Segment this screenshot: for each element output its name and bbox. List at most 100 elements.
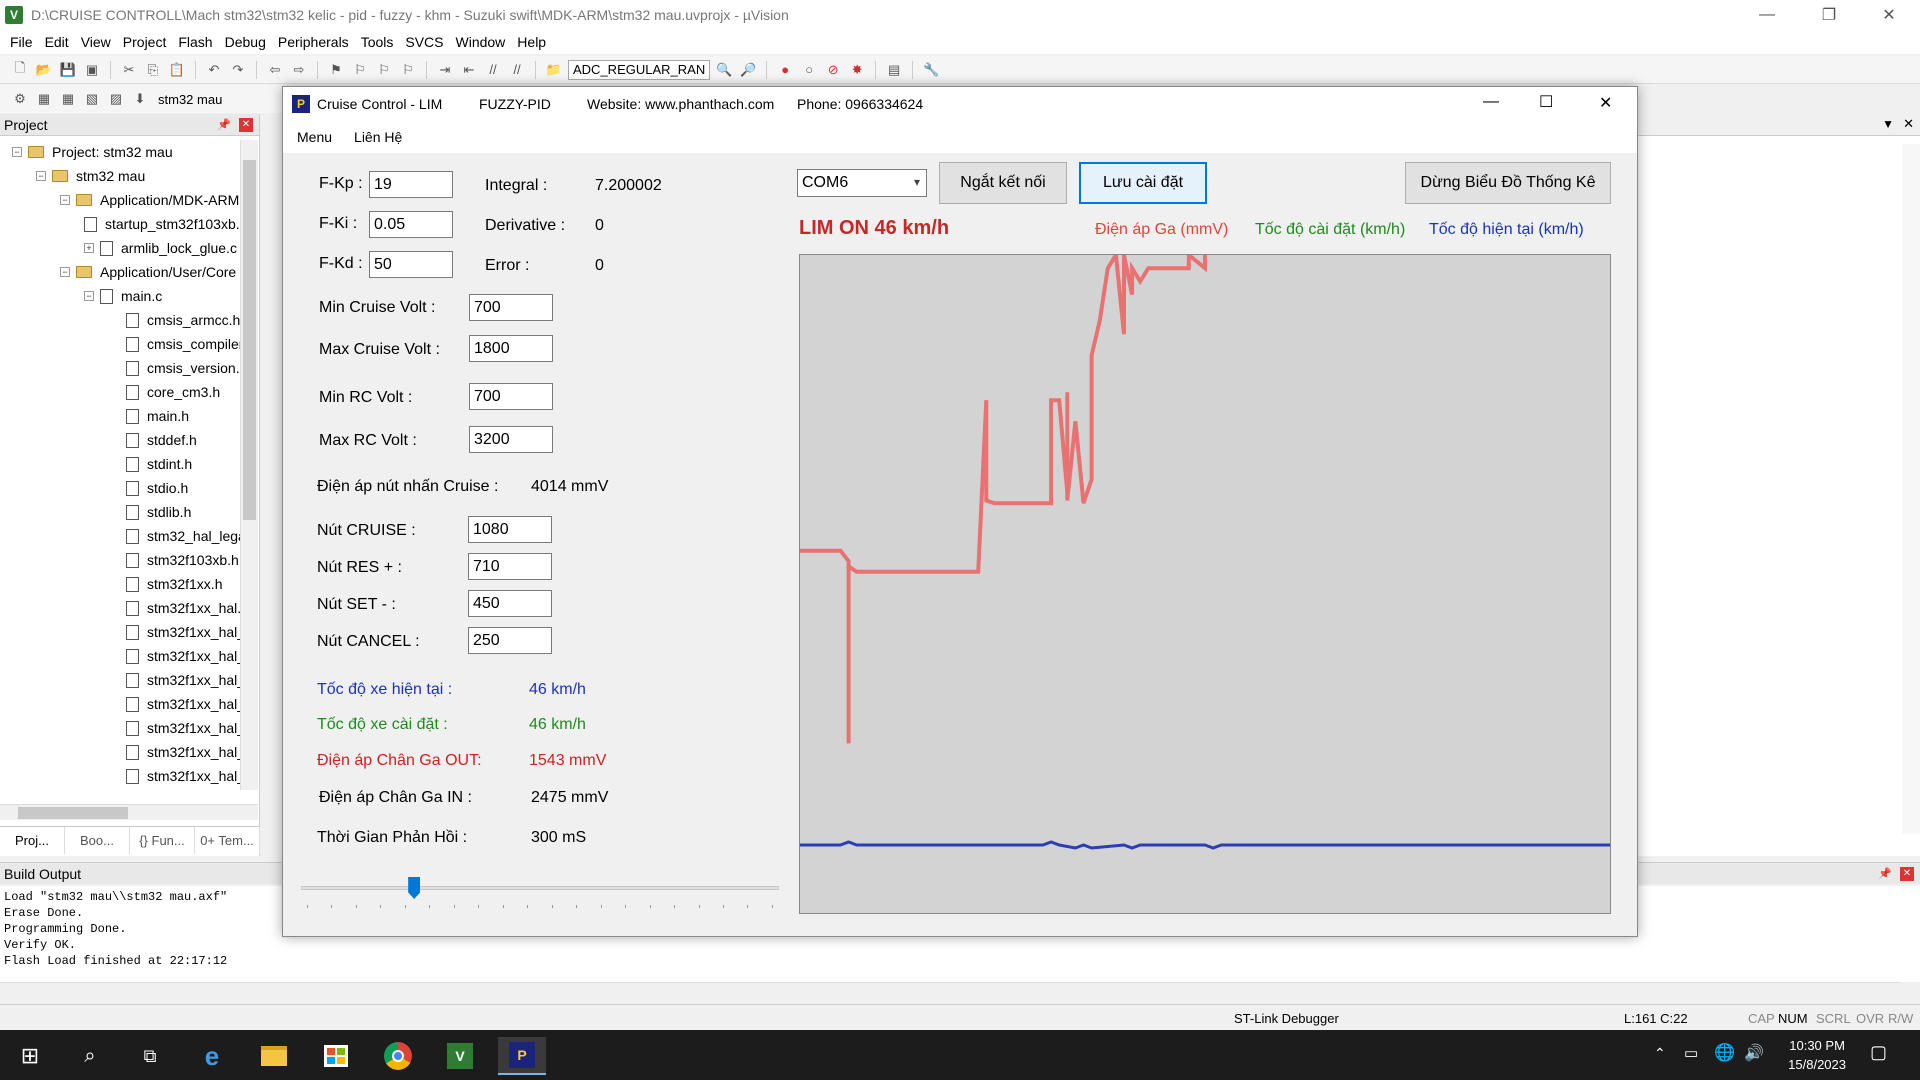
tree-item[interactable]: − Project: stm32 mau: [12, 140, 173, 164]
bookmark-prev-icon[interactable]: ⚐: [350, 60, 370, 80]
save-all-icon[interactable]: ▣: [82, 60, 102, 80]
incremental-find-icon[interactable]: 🔍: [714, 60, 734, 80]
editor-vertical-scrollbar[interactable]: [1902, 144, 1920, 834]
bookmark-next-icon[interactable]: ⚐: [374, 60, 394, 80]
uvision-taskbar-icon[interactable]: V: [436, 1037, 484, 1075]
nav-back-icon[interactable]: ⇦: [265, 60, 285, 80]
tree-item[interactable]: stm32f1xx_hal_exti.h: [126, 740, 240, 764]
menu-menu[interactable]: Menu: [297, 129, 332, 145]
tree-item[interactable]: − stm32 mau: [36, 164, 145, 188]
minimize-icon[interactable]: —: [1483, 93, 1499, 111]
tree-item[interactable]: stm32f1xx.h: [126, 572, 222, 596]
fki-input[interactable]: [369, 211, 453, 238]
breakpoints-kill-icon[interactable]: ✸: [847, 60, 867, 80]
tree-item[interactable]: stm32f1xx_hal_flash.h: [126, 764, 240, 788]
cruise-control-taskbar-icon[interactable]: P: [498, 1037, 546, 1075]
menu-file[interactable]: File: [4, 34, 39, 50]
nav-forward-icon[interactable]: ⇨: [289, 60, 309, 80]
batch-build-icon[interactable]: ▧: [82, 89, 102, 109]
tree-item[interactable]: stdlib.h: [126, 500, 191, 524]
maximize-icon[interactable]: ☐: [1539, 92, 1553, 112]
breakpoints-disable-icon[interactable]: ⊘: [823, 60, 843, 80]
cut-icon[interactable]: ✂: [119, 60, 139, 80]
edge-browser-icon[interactable]: e: [188, 1037, 236, 1075]
save-icon[interactable]: 💾: [58, 60, 78, 80]
find-in-files-icon[interactable]: 📁: [544, 60, 564, 80]
close-icon[interactable]: ✕: [1900, 866, 1914, 881]
pin-icon[interactable]: 📌: [1878, 867, 1892, 880]
battery-icon[interactable]: ▭: [1684, 1044, 1698, 1062]
disconnect-button[interactable]: Ngắt kết nối: [939, 162, 1067, 204]
volume-icon[interactable]: 🔊: [1744, 1043, 1764, 1063]
search-icon[interactable]: ⌕: [66, 1037, 114, 1075]
nut-cancel-input[interactable]: [468, 627, 552, 654]
tree-item[interactable]: − main.c: [84, 284, 162, 308]
tree-item[interactable]: stm32f1xx_hal_cortex.h: [126, 668, 240, 692]
stop-chart-button[interactable]: Dừng Biểu Đồ Thống Kê: [1405, 162, 1611, 204]
menu-flash[interactable]: Flash: [172, 34, 218, 50]
tree-item[interactable]: stm32f1xx_hal_def.h: [126, 692, 240, 716]
find-icon[interactable]: 🔎: [738, 60, 758, 80]
response-time-slider[interactable]: [301, 877, 779, 908]
restore-icon[interactable]: ❐: [1806, 0, 1852, 30]
find-combo[interactable]: ADC_REGULAR_RAN: [568, 59, 711, 80]
collapse-icon[interactable]: −: [12, 147, 22, 157]
tree-horizontal-scrollbar[interactable]: [0, 804, 258, 820]
build-icon[interactable]: ▦: [34, 89, 54, 109]
notification-icon[interactable]: ▢: [1870, 1042, 1887, 1063]
tab-templates[interactable]: 0+ Tem...: [195, 827, 260, 854]
scrollbar-thumb[interactable]: [243, 160, 256, 520]
redo-icon[interactable]: ↷: [228, 60, 248, 80]
rebuild-icon[interactable]: ▦: [58, 89, 78, 109]
tree-item[interactable]: + armlib_lock_glue.c: [84, 236, 237, 260]
chevron-up-icon[interactable]: ⌃: [1654, 1045, 1666, 1062]
tree-item[interactable]: − Application/User/Core: [60, 260, 236, 284]
fkp-input[interactable]: [369, 171, 453, 198]
close-icon[interactable]: ✕: [1903, 116, 1914, 132]
undo-icon[interactable]: ↶: [204, 60, 224, 80]
uncomment-icon[interactable]: //: [507, 60, 527, 80]
bookmark-clear-icon[interactable]: ⚐: [398, 60, 418, 80]
tree-item[interactable]: stm32f1xx_hal_dma.h: [126, 716, 240, 740]
tree-item[interactable]: stm32f1xx_hal.h: [126, 596, 240, 620]
menu-svcs[interactable]: SVCS: [399, 34, 449, 50]
collapse-icon[interactable]: −: [60, 195, 70, 205]
tree-item[interactable]: main.h: [126, 404, 189, 428]
tree-item[interactable]: cmsis_armcc.h: [126, 308, 240, 332]
tree-item[interactable]: stdint.h: [126, 452, 192, 476]
minimize-icon[interactable]: —: [1744, 0, 1790, 30]
collapse-icon[interactable]: −: [84, 291, 94, 301]
menu-window[interactable]: Window: [450, 34, 512, 50]
indent-icon[interactable]: ⇥: [435, 60, 455, 80]
menu-debug[interactable]: Debug: [219, 34, 272, 50]
max-rc-volt-input[interactable]: [469, 426, 553, 453]
chrome-icon[interactable]: [374, 1037, 422, 1075]
close-icon[interactable]: ✕: [1866, 0, 1912, 30]
tree-item[interactable]: startup_stm32f103xb.s: [84, 212, 240, 236]
new-file-icon[interactable]: 🗋: [10, 60, 30, 80]
menu-project[interactable]: Project: [117, 34, 173, 50]
menu-help[interactable]: Help: [511, 34, 552, 50]
debug-start-icon[interactable]: ●: [775, 60, 795, 80]
nut-res-input[interactable]: [468, 553, 552, 580]
tab-books[interactable]: Boo...: [65, 827, 130, 854]
breakpoint-icon[interactable]: ○: [799, 60, 819, 80]
tab-functions[interactable]: {} Fun...: [130, 827, 195, 854]
chevron-down-icon[interactable]: ▼: [1882, 117, 1894, 131]
tree-item[interactable]: stm32f1xx_hal_adc_ex.h: [126, 644, 240, 668]
max-cruise-volt-input[interactable]: [469, 335, 553, 362]
tab-project[interactable]: Proj...: [0, 827, 65, 854]
tree-item[interactable]: stm32f1xx_hal_gpio.h: [126, 788, 240, 790]
slider-thumb[interactable]: [408, 877, 421, 899]
menu-view[interactable]: View: [75, 34, 117, 50]
translate-icon[interactable]: ⚙: [10, 89, 30, 109]
scrollbar-thumb[interactable]: [18, 807, 128, 819]
nut-set-input[interactable]: [468, 590, 552, 617]
menu-tools[interactable]: Tools: [355, 34, 400, 50]
copy-icon[interactable]: ⎘: [143, 60, 163, 80]
min-cruise-volt-input[interactable]: [469, 294, 553, 321]
comment-icon[interactable]: //: [483, 60, 503, 80]
file-explorer-icon[interactable]: [250, 1037, 298, 1075]
com-port-select[interactable]: COM6 ▾: [797, 169, 927, 197]
tree-item[interactable]: stm32_hal_legacy.h: [126, 524, 240, 548]
